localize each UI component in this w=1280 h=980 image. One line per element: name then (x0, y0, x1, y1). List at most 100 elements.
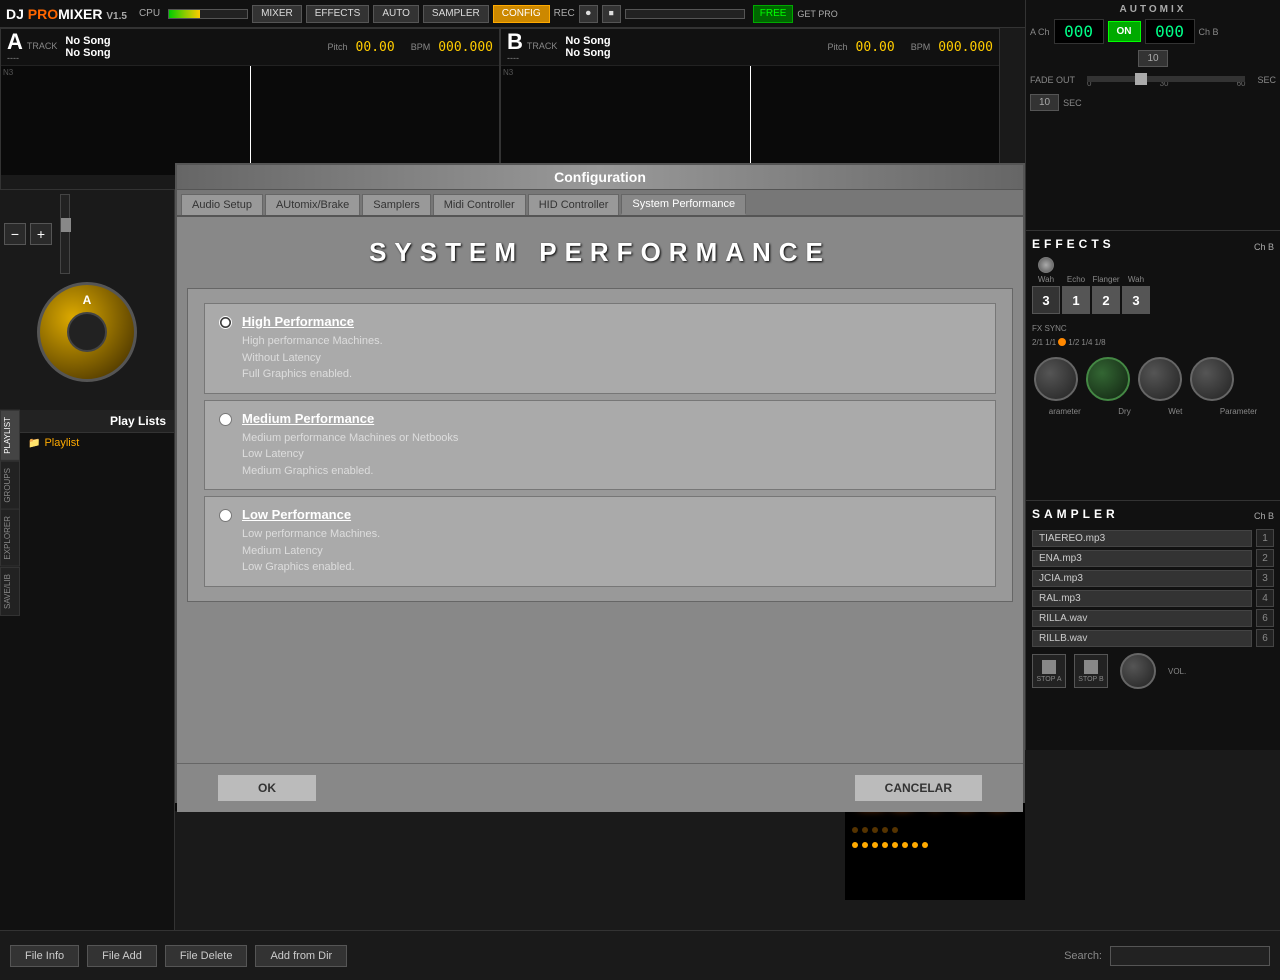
tab-explorer[interactable]: EXPLORER (0, 509, 20, 567)
tab-hid[interactable]: HID Controller (528, 194, 620, 215)
deck-b-song2: No Song (565, 47, 610, 59)
fx-label-dry: Dry (1118, 407, 1130, 416)
ok-btn[interactable]: OK (217, 774, 317, 802)
fx-knob-dry[interactable] (1086, 357, 1130, 401)
perf-option-high: High Performance High performance Machin… (204, 303, 996, 394)
dialog-buttons: OK CANCELAR (177, 763, 1023, 812)
fx-sync-label: FX SYNC (1032, 324, 1067, 333)
tab-sys-perf[interactable]: System Performance (621, 194, 746, 215)
automix-ch-b-label: Ch B (1199, 27, 1219, 37)
fade-slider-handle[interactable] (1135, 73, 1147, 85)
cancel-btn[interactable]: CANCELAR (854, 774, 983, 802)
effects-ch: Ch B (1254, 242, 1274, 252)
perf-high-content: High Performance High performance Machin… (242, 314, 383, 383)
tab-playlist[interactable]: PLAYLIST (0, 410, 20, 461)
sampler-name-6[interactable]: RILLB.wav (1032, 630, 1252, 647)
effects-header: EFFECTS Ch B (1032, 237, 1274, 257)
deck-b-track-label: TRACK (527, 41, 558, 51)
deck-a-track-label: TRACK (27, 41, 58, 51)
deck-a-song2: No Song (65, 47, 110, 59)
dialog-title: Configuration (177, 165, 1023, 190)
fx-echo-btn[interactable]: 1 (1062, 286, 1090, 314)
deck-a-song1: No Song (65, 35, 110, 47)
fx-dot-active[interactable] (1058, 338, 1066, 346)
playlist-item[interactable]: 📁 Playlist (20, 433, 174, 453)
file-add-btn[interactable]: File Add (87, 945, 157, 967)
fx-flanger-btn[interactable]: 2 (1092, 286, 1120, 314)
get-pro-label: GET PRO (797, 9, 837, 19)
cpu-bar-fill (169, 10, 200, 18)
v-slider[interactable] (60, 194, 70, 274)
minus-btn[interactable]: − (4, 223, 26, 245)
sampler-name-2[interactable]: ENA.mp3 (1032, 550, 1252, 567)
plus-btn[interactable]: + (30, 223, 52, 245)
fx-sync-area: FX SYNC 2/1 1/1 1/2 1/4 1/8 (1032, 318, 1274, 347)
side-tabs-area: PLAYLIST GROUPS EXPLORER SAVE/LIB (0, 410, 20, 616)
fx-knob-parameter[interactable] (1190, 357, 1234, 401)
vol-knob[interactable] (1120, 653, 1156, 689)
fade-slider-area: 0 30 60 (1079, 71, 1253, 88)
stop-a-icon (1042, 660, 1056, 674)
tab-audio-setup[interactable]: Audio Setup (181, 194, 263, 215)
stop-a-label: STOP A (1036, 676, 1061, 683)
fade-out-row: FADE OUT 0 30 60 SEC (1030, 71, 1276, 88)
perf-radio-high[interactable] (219, 316, 232, 329)
sync-val-3: 1/4 (1081, 338, 1092, 347)
add-from-dir-btn[interactable]: Add from Dir (255, 945, 347, 967)
rec-btn[interactable]: ⏺ (579, 5, 598, 23)
stop-a-btn[interactable]: STOP A (1032, 654, 1066, 688)
sec10-btn[interactable]: 10 (1138, 50, 1167, 67)
fx-wah-group: Wah 3 (1032, 275, 1060, 314)
perf-radio-medium[interactable] (219, 413, 232, 426)
fx-label-parameter: Parameter (1220, 407, 1257, 416)
free-btn[interactable]: FREE (753, 5, 794, 23)
config-btn[interactable]: CONFIG (493, 5, 550, 23)
deck-a-n3: N3 (3, 68, 13, 77)
fx-knob-param[interactable] (1034, 357, 1078, 401)
tab-midi[interactable]: Midi Controller (433, 194, 526, 215)
tab-savelib[interactable]: SAVE/LIB (0, 567, 20, 616)
sync-val-0: 2/1 (1032, 338, 1043, 347)
effects-btn[interactable]: EFFECTS (306, 5, 370, 23)
sampler-name-1[interactable]: TIAEREO.mp3 (1032, 530, 1252, 547)
tab-automix-brake[interactable]: AUtomix/Brake (265, 194, 360, 215)
sampler-name-5[interactable]: RILLA.wav (1032, 610, 1252, 627)
perf-radio-low[interactable] (219, 509, 232, 522)
fx-knob-wet[interactable] (1138, 357, 1182, 401)
tab-samplers[interactable]: Samplers (362, 194, 430, 215)
sampler-track-6: RILLB.wav 6 (1032, 629, 1274, 647)
tab-groups[interactable]: GROUPS (0, 461, 20, 510)
rec-btn2[interactable]: ⏹ (602, 5, 621, 23)
search-input[interactable] (1110, 946, 1270, 966)
sampler-track-5: RILLA.wav 6 (1032, 609, 1274, 627)
mixer-btn[interactable]: MIXER (252, 5, 302, 23)
stop-b-icon (1084, 660, 1098, 674)
rec-label: REC (554, 8, 575, 19)
sec10-btn2[interactable]: 10 (1030, 94, 1059, 111)
stop-b-btn[interactable]: STOP B (1074, 654, 1108, 688)
fx-wah-btn[interactable]: 3 (1032, 286, 1060, 314)
auto-btn[interactable]: AUTO (373, 5, 419, 23)
sampler-btn[interactable]: SAMPLER (423, 5, 489, 23)
fx-label-wet: Wet (1168, 407, 1182, 416)
fade-out-label: FADE OUT (1030, 75, 1075, 85)
sampler-name-4[interactable]: RAL.mp3 (1032, 590, 1252, 607)
sampler-header: SAMPLER Ch B (1032, 507, 1274, 525)
fx-flanger-group: Flanger 2 (1092, 275, 1120, 314)
fx-wah2-btn[interactable]: 3 (1122, 286, 1150, 314)
file-info-btn[interactable]: File Info (10, 945, 79, 967)
file-delete-btn[interactable]: File Delete (165, 945, 248, 967)
sync-val-1: 1/1 (1045, 338, 1056, 347)
automix-ch-a-label: A Ch (1030, 27, 1050, 37)
folder-icon: 📁 (28, 438, 40, 449)
on-off-btn[interactable]: ON (1108, 21, 1141, 42)
effects-panel: EFFECTS Ch B Wah 3 Echo 1 Flanger 2 Wah … (1025, 230, 1280, 500)
fade-slider[interactable] (1087, 76, 1245, 82)
knob-label-a: A (83, 293, 92, 307)
perf-medium-desc2: Low Latency (242, 448, 304, 460)
deck-a-waveform: N3 (1, 65, 499, 175)
sampler-name-3[interactable]: JCIA.mp3 (1032, 570, 1252, 587)
main-knob[interactable]: A (37, 282, 137, 382)
fx-wah2-group: Wah 3 (1122, 275, 1150, 314)
deck-b-needle (750, 66, 751, 175)
